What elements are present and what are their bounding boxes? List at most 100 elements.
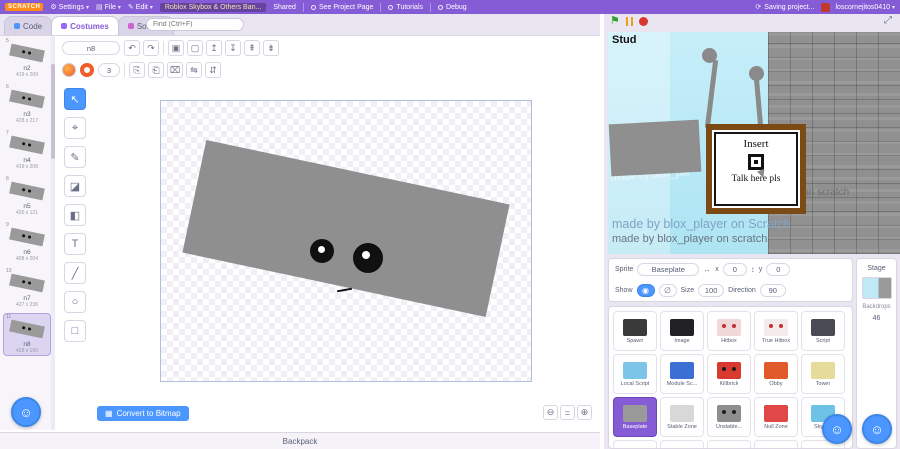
clipboard-button[interactable]: ⇵: [205, 62, 221, 78]
x-position-input[interactable]: [722, 263, 747, 276]
direction-input[interactable]: [759, 284, 786, 297]
clipboard-button[interactable]: ⇋: [186, 62, 202, 78]
costume-item[interactable]: 8 n5 420 x 121: [3, 175, 51, 218]
outline-color-swatch[interactable]: [80, 63, 94, 77]
paint-tool-button[interactable]: □: [64, 320, 86, 342]
sprite-tile[interactable]: Spawn: [613, 311, 657, 351]
sprite-tile[interactable]: [613, 440, 657, 448]
sprite-tile[interactable]: Null Zone: [754, 397, 798, 437]
baseplate-sprite: [608, 119, 702, 177]
sprite-tile[interactable]: Stable Zone: [660, 397, 704, 437]
backpack-bar[interactable]: Backpack: [0, 432, 600, 449]
sprite-label: Sprite: [615, 266, 634, 273]
arrange-button[interactable]: ⇟: [263, 40, 279, 56]
costume-scrollbar[interactable]: [51, 36, 55, 430]
arrange-button[interactable]: ↧: [225, 40, 241, 56]
stage-viewport[interactable]: made by blox_pla made by blox_player on …: [608, 32, 900, 254]
user-avatar[interactable]: [820, 2, 830, 12]
tutorials-link[interactable]: Tutorials: [388, 4, 423, 11]
add-backdrop-button[interactable]: ☺: [862, 414, 892, 444]
sprite-tile[interactable]: [754, 440, 798, 448]
history-button[interactable]: ↷: [143, 40, 159, 56]
sprite-thumbnail: [623, 361, 647, 379]
green-flag-icon[interactable]: ⚑: [610, 16, 620, 27]
zoom-button[interactable]: =: [560, 405, 575, 420]
sprite-tile[interactable]: [660, 440, 704, 448]
fill-color-swatch[interactable]: [62, 63, 76, 77]
costume-item[interactable]: 11 n8 428 x 190: [3, 313, 51, 356]
editor-tab[interactable]: Costumes: [51, 16, 119, 35]
tab-icon: [61, 23, 68, 29]
size-label: Size: [680, 287, 695, 294]
sprite-tile[interactable]: Script: [801, 311, 845, 351]
pause-icon[interactable]: [625, 17, 633, 26]
paint-tool-button[interactable]: ◪: [64, 175, 86, 197]
hide-button[interactable]: ∅: [658, 284, 677, 297]
menu-file[interactable]: ▤ File: [96, 3, 121, 12]
paint-tool-button[interactable]: ╱: [64, 262, 86, 284]
zoom-button[interactable]: ⊕: [577, 405, 592, 420]
shared-label: Shared: [273, 3, 296, 11]
zoom-button[interactable]: ⊖: [543, 405, 558, 420]
arrange-button[interactable]: ⇞: [244, 40, 260, 56]
sprite-tile[interactable]: True Hitbox: [754, 311, 798, 351]
costume-item[interactable]: 7 n4 419 x 208: [3, 129, 51, 172]
menu-edit[interactable]: ✎ Edit: [128, 3, 153, 12]
sprite-tile[interactable]: Local Script: [613, 354, 657, 394]
account-menu[interactable]: loscornejitos0410: [836, 4, 896, 11]
clipboard-button[interactable]: ⎘: [129, 62, 145, 78]
stroke-width-input[interactable]: [98, 63, 120, 77]
paint-tool-button[interactable]: ◧: [64, 204, 86, 226]
tutorials-icon: [388, 4, 394, 10]
fullscreen-icon[interactable]: ⤢: [884, 15, 892, 26]
scrollbar-thumb[interactable]: [51, 64, 55, 159]
costume-item[interactable]: 6 n3 428 x 217: [3, 83, 51, 126]
debug-link[interactable]: Debug: [438, 4, 467, 11]
stop-icon[interactable]: [638, 17, 648, 26]
sprite-tile[interactable]: Tower: [801, 354, 845, 394]
paint-tool-button[interactable]: ⌖: [64, 117, 86, 139]
backdrop-thumbnail[interactable]: [861, 277, 892, 299]
sprite-tile[interactable]: Module Sc...: [660, 354, 704, 394]
history-button[interactable]: ↶: [124, 40, 140, 56]
paint-canvas[interactable]: [160, 100, 532, 382]
find-input[interactable]: [146, 18, 244, 31]
clipboard-button[interactable]: ⎗: [148, 62, 164, 78]
paint-tool-button[interactable]: T: [64, 233, 86, 255]
sprite-tile[interactable]: Baseplate: [613, 397, 657, 437]
sprite-tile[interactable]: [707, 440, 751, 448]
scratch-logo[interactable]: SCRATCH: [5, 3, 44, 11]
sprite-name: Unstable...: [715, 423, 743, 430]
y-position-input[interactable]: [766, 263, 791, 276]
sprite-tile[interactable]: Unstable...: [707, 397, 751, 437]
costume-item[interactable]: 9 n6 408 x 204: [3, 221, 51, 264]
size-input[interactable]: [698, 284, 725, 297]
editor-tab[interactable]: Code: [4, 16, 53, 35]
history-buttons: ↶ ↷: [124, 40, 159, 56]
clipboard-button[interactable]: ⌧: [167, 62, 183, 78]
sprite-tile[interactable]: Hitbox: [707, 311, 751, 351]
convert-to-bitmap-button[interactable]: ▦ Convert to Bitmap: [97, 406, 189, 421]
arrange-button[interactable]: ↥: [206, 40, 222, 56]
costume-name-input[interactable]: [62, 41, 120, 55]
paint-tool-button[interactable]: ✎: [64, 146, 86, 168]
sprite-name-input[interactable]: [637, 263, 700, 276]
sprite-name: True Hitbox: [761, 337, 791, 344]
sprite-tile[interactable]: Killbrick: [707, 354, 751, 394]
arrange-button[interactable]: ▣: [168, 40, 184, 56]
add-sprite-button[interactable]: ☺: [822, 414, 852, 444]
add-costume-button[interactable]: ☺: [11, 397, 41, 427]
costume-item[interactable]: 10 n7 427 x 236: [3, 267, 51, 310]
paint-tool-button[interactable]: ↖: [64, 88, 86, 110]
costume-item[interactable]: 5 n2 419 x 209: [3, 37, 51, 80]
sprite-tile[interactable]: Image: [660, 311, 704, 351]
show-button[interactable]: ◉: [636, 284, 655, 297]
drawing-right-eye: [353, 243, 383, 273]
project-title[interactable]: Roblox Skybox & Others Ban...: [159, 2, 267, 12]
sprite-grid-overflow: [609, 440, 852, 448]
see-project-page-link[interactable]: See Project Page: [310, 4, 373, 11]
paint-tool-button[interactable]: ○: [64, 291, 86, 313]
sprite-tile[interactable]: Obby: [754, 354, 798, 394]
menu-settings[interactable]: ⚙ Settings: [50, 3, 89, 12]
arrange-button[interactable]: ▢: [187, 40, 203, 56]
